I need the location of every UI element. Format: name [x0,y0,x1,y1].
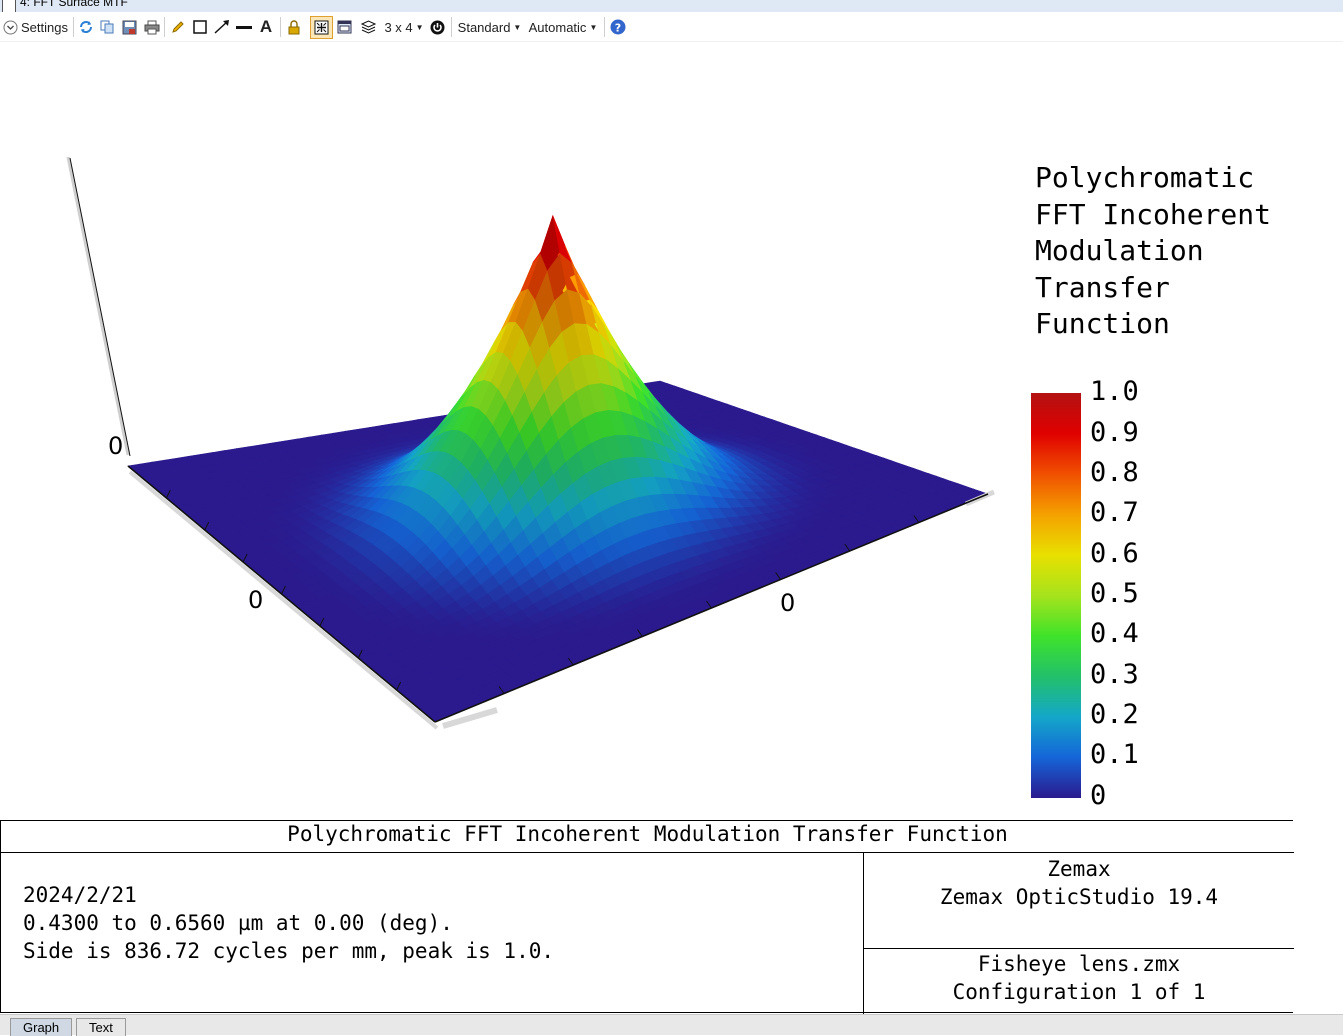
vertical-axis-shadow [66,156,130,456]
zoom-fit-icon[interactable] [310,16,333,39]
info-software: Zemax Zemax OpticStudio 19.4 [864,853,1294,949]
info-configuration: Configuration 1 of 1 [952,980,1206,1004]
colorbar-tick-label: 1.0 [1090,376,1139,407]
legend-title-line: Function [1035,307,1170,340]
power-icon[interactable] [428,18,446,36]
colorbar-tick-label: 0.6 [1090,538,1139,569]
layers-icon[interactable] [360,18,377,36]
save-icon[interactable] [121,18,138,36]
colorbar-tick-label: 0.4 [1090,618,1139,649]
separator [73,17,74,37]
colorbar-tick-label: 0.2 [1090,699,1139,730]
separator [451,17,452,37]
colorbar [1031,393,1081,798]
info-box: Polychromatic FFT Incoherent Modulation … [0,820,1294,1014]
help-icon[interactable]: ? [609,18,627,36]
info-filename: Fisheye lens.zmx [977,952,1181,976]
text-tool-icon[interactable]: A [257,17,275,36]
colorbar-tick-label: 0.7 [1090,497,1139,528]
pencil-icon[interactable] [170,18,186,36]
settings-button[interactable]: Settings [21,18,71,36]
toolbar: Settings A 3 x 4 ▼ Standard ▼ Automatic … [0,13,1343,42]
colorbar-tick-label: 0.8 [1090,457,1139,488]
legend-title-line: Polychromatic [1035,161,1255,194]
info-title: Polychromatic FFT Incoherent Modulation … [1,821,1294,853]
colorbar-tick-label: 0.3 [1090,659,1139,690]
layout-dropdown[interactable]: 3 x 4 ▼ [383,18,425,36]
colorbar-tick-label: 0.9 [1090,417,1139,448]
window-title: 4: FFT Surface MTF [20,0,128,9]
lock-icon[interactable] [285,18,302,36]
app-icon [2,0,16,12]
info-vendor: Zemax [1047,857,1111,881]
info-date: 2024/2/21 [23,883,137,907]
chevron-down-icon: ▼ [415,22,424,32]
vertical-axis-label: 0 [108,432,124,460]
tab-text[interactable]: Text [76,1018,126,1036]
chevron-down-icon: ▼ [589,22,598,32]
title-bar: 4: FFT Surface MTF [0,0,1343,12]
info-file: Fisheye lens.zmx Configuration 1 of 1 [864,950,1294,1014]
right-axis-label: 0 [780,589,796,617]
mtf-surface-plot [0,42,1343,820]
refresh-icon[interactable] [78,18,94,36]
rectangle-icon[interactable] [192,18,208,36]
automatic-dropdown-label: Automatic [528,19,587,35]
legend-title: Polychromatic FFT Incoherent Modulation Tra… [1035,160,1271,343]
surface-svg [66,156,1081,798]
print-icon[interactable] [143,18,160,36]
tab-graph[interactable]: Graph [10,1018,73,1036]
line-icon[interactable] [235,18,253,36]
separator [164,17,165,37]
separator [604,17,605,37]
standard-dropdown-label: Standard [457,19,511,35]
info-wavelength: 0.4300 to 0.6560 µm at 0.00 (deg). [23,911,453,935]
tab-bar: Graph Text [0,1014,1343,1036]
layout-dropdown-label: 3 x 4 [384,19,413,35]
colorbar-tick-label: 0.5 [1090,578,1139,609]
legend-title-line: Transfer [1035,270,1170,304]
settings-expand-icon[interactable] [2,18,18,36]
settings-label: Settings [21,19,68,35]
vertical-axis [69,157,131,457]
info-details: 2024/2/21 0.4300 to 0.6560 µm at 0.00 (de… [23,881,554,965]
chevron-down-icon: ▼ [513,22,522,32]
automatic-dropdown[interactable]: Automatic ▼ [527,18,599,36]
info-side: Side is 836.72 cycles per mm, peak is 1.… [23,939,555,963]
window-layout-icon[interactable] [336,18,353,36]
left-axis-label: 0 [248,586,264,614]
mtf-surface [127,214,989,723]
standard-dropdown[interactable]: Standard ▼ [457,18,522,36]
legend-title-line: Modulation [1035,234,1204,267]
svg-text:?: ? [615,22,621,35]
copy-icon[interactable] [99,18,115,36]
separator [280,17,281,37]
colorbar-tick-label: 0 [1090,780,1107,811]
legend-title-line: FFT Incoherent [1035,197,1272,231]
colorbar-tick-label: 0.1 [1090,739,1139,770]
info-version: Zemax OpticStudio 19.4 [939,885,1219,909]
arrow-icon[interactable] [213,18,231,36]
